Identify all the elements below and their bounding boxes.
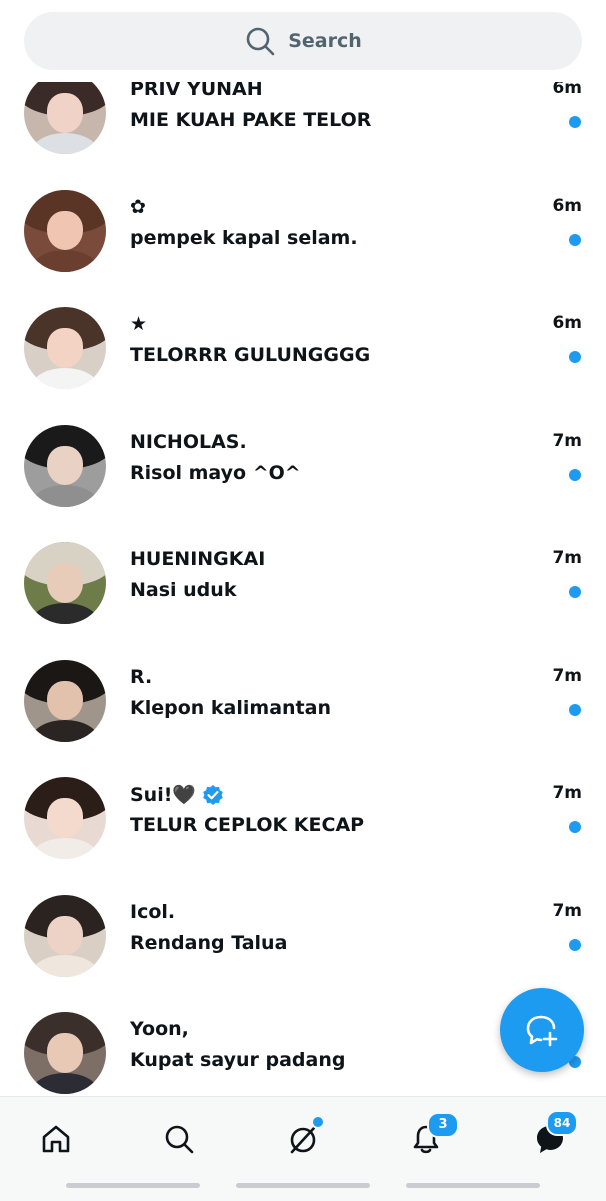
conversation-name: ★: [130, 313, 147, 335]
search-placeholder: Search: [288, 30, 362, 52]
gesture-bar-right: [406, 1183, 540, 1188]
conversation-message: MIE KUAH PAKE TELOR: [130, 109, 372, 131]
unread-dot: [569, 703, 581, 716]
new-message-icon: [526, 1015, 558, 1047]
conversation-message: Nasi uduk: [130, 579, 237, 601]
conversation-name: Yoon,: [130, 1018, 189, 1040]
unread-dot: [569, 468, 581, 481]
conversation-message: TELORRR GULUNGGGG: [130, 344, 371, 366]
nav-messages[interactable]: 84: [530, 1110, 578, 1159]
nav-notifications[interactable]: 3: [406, 1112, 459, 1159]
conversation-name-text: R.: [130, 665, 153, 688]
grok-indicator: [311, 1115, 325, 1129]
conversation-time: 7m: [552, 548, 582, 568]
conversation-row[interactable]: Sui!🖤 TELUR CEPLOK KECAP 7m: [0, 759, 606, 876]
avatar[interactable]: [24, 424, 106, 507]
conversation-name-text: ★: [130, 313, 148, 335]
bottom-navigation: 3 84: [0, 1096, 606, 1201]
avatar[interactable]: [24, 777, 106, 859]
verified-badge-icon: [203, 784, 223, 805]
conversation-name: Sui!🖤: [130, 783, 224, 806]
messages-badge: 84: [546, 1110, 578, 1136]
avatar[interactable]: [24, 659, 106, 742]
conversation-row[interactable]: R. Klepon kalimantan 7m: [0, 642, 606, 759]
conversation-row[interactable]: NICHOLAS. Risol mayo ^O^ 7m: [0, 407, 606, 524]
conversation-message: Risol mayo ^O^: [130, 461, 301, 484]
avatar[interactable]: [24, 894, 106, 977]
conversation-row[interactable]: HUENINGKAI Nasi uduk 7m: [0, 524, 606, 641]
conversation-time: 7m: [552, 900, 582, 921]
conversation-name: Icol.: [130, 901, 175, 923]
conversation-name: NICHOLAS.: [130, 431, 247, 453]
avatar[interactable]: [24, 307, 106, 389]
avatar[interactable]: [24, 189, 106, 272]
conversation-name-text: Sui!🖤: [130, 784, 197, 806]
conversation-message: pempek kapal selam.: [130, 226, 358, 249]
conversation-name-text: ✿: [130, 195, 146, 218]
new-message-button[interactable]: [500, 988, 584, 1072]
gesture-bar-center: [236, 1183, 370, 1188]
conversation-time: 7m: [552, 430, 582, 451]
nav-grok[interactable]: [283, 1115, 325, 1159]
conversation-row[interactable]: ★ TELORRR GULUNGGGG 6m: [0, 289, 606, 406]
conversation-message: Kupat sayur padang: [130, 1049, 346, 1071]
unread-dot: [569, 586, 581, 598]
search-icon: [165, 1125, 194, 1154]
search-icon: [246, 27, 275, 56]
conversation-message: TELUR CEPLOK KECAP: [130, 814, 365, 836]
conversation-time: 6m: [552, 313, 582, 333]
unread-dot: [569, 116, 581, 128]
unread-dot: [569, 821, 581, 833]
unread-dot: [569, 351, 581, 363]
conversation-time: 7m: [552, 665, 582, 686]
conversation-list[interactable]: PRIV YUNAH MIE KUAH PAKE TELOR 6m ✿ pempek k…: [0, 0, 606, 1096]
search-bar[interactable]: Search: [24, 12, 582, 70]
conversation-name-text: NICHOLAS.: [130, 430, 247, 453]
conversation-name: R.: [130, 666, 152, 688]
conversation-message: Klepon kalimantan: [130, 696, 331, 719]
nav-home[interactable]: [36, 1119, 76, 1159]
conversation-name-text: Yoon,: [130, 1018, 189, 1040]
conversation-name: HUENINGKAI: [130, 548, 265, 570]
gesture-bar-left: [66, 1183, 200, 1188]
home-icon: [42, 1125, 70, 1153]
avatar[interactable]: [24, 72, 106, 154]
conversation-row[interactable]: ✿ pempek kapal selam. 6m: [0, 172, 606, 289]
conversation-time: 7m: [552, 783, 582, 803]
conversation-message: Rendang Talua: [130, 931, 288, 954]
unread-dot: [569, 938, 581, 951]
conversation-row[interactable]: Icol. Rendang Talua 7m: [0, 877, 606, 994]
search-header: Search: [0, 0, 606, 82]
conversation-name: ✿: [130, 196, 146, 218]
nav-explore[interactable]: [159, 1119, 199, 1159]
conversation-time: 6m: [552, 195, 582, 216]
avatar[interactable]: [24, 1012, 106, 1094]
unread-dot: [569, 233, 581, 246]
conversation-name-text: Icol.: [130, 900, 176, 923]
notifications-badge: 3: [427, 1112, 459, 1138]
avatar[interactable]: [24, 542, 106, 624]
conversation-name-text: HUENINGKAI: [130, 548, 266, 570]
